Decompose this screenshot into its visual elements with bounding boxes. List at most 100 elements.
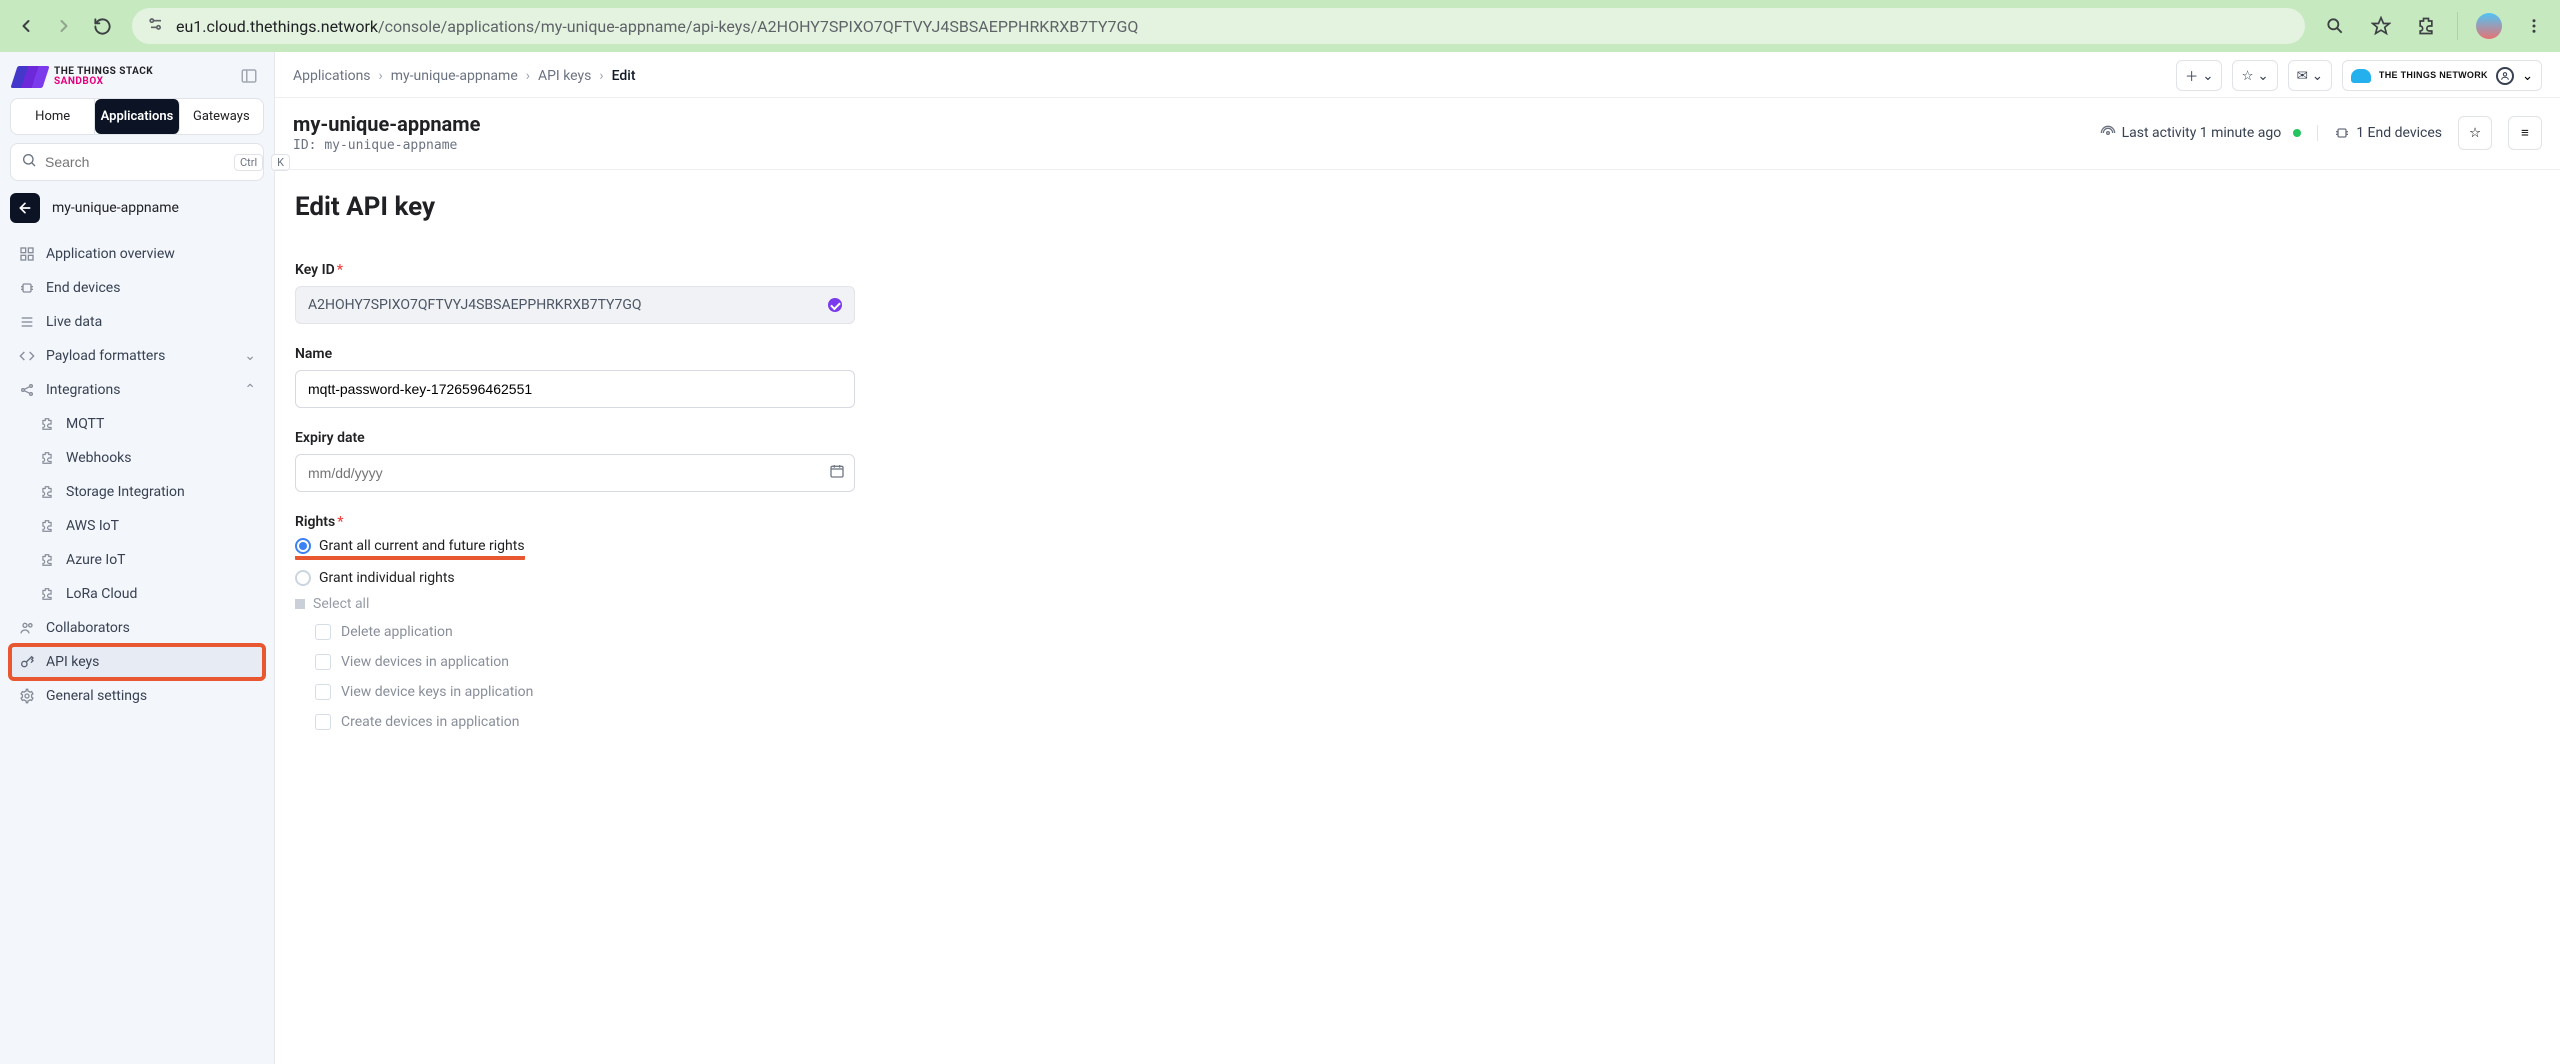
divider: [2317, 125, 2318, 141]
key-id-label: Key ID: [295, 262, 335, 278]
chip-icon: [18, 279, 36, 297]
extensions-icon[interactable]: [2413, 13, 2439, 39]
zoom-icon[interactable]: [2321, 12, 2349, 40]
sidebar-item-api-keys[interactable]: API keys: [10, 645, 264, 679]
puzzle-icon: [38, 585, 56, 603]
search-input[interactable]: [45, 154, 226, 170]
sidebar-search[interactable]: Ctrl K: [10, 143, 264, 181]
rights-checkbox-row[interactable]: Create devices in application: [295, 714, 995, 730]
rights-checkbox-label: Delete application: [341, 624, 453, 640]
rights-list: Delete application View devices in applic…: [295, 624, 995, 730]
gear-icon: [18, 687, 36, 705]
sidebar-item-mqtt[interactable]: MQTT: [10, 407, 264, 441]
sidebar-item-integrations[interactable]: Integrations ⌃: [10, 373, 264, 407]
users-icon: [18, 619, 36, 637]
reload-button[interactable]: [88, 12, 116, 40]
required-mark: *: [337, 514, 343, 530]
sidebar-item-live-data[interactable]: Live data: [10, 305, 264, 339]
rights-checkbox-label: Create devices in application: [341, 714, 520, 730]
crumb-applications[interactable]: Applications: [293, 68, 371, 84]
radio-grant-individual[interactable]: Grant individual rights: [295, 570, 995, 586]
sidebar-item-label: Live data: [46, 314, 102, 330]
checkbox-icon: [315, 714, 331, 730]
sidebar-item-overview[interactable]: Application overview: [10, 237, 264, 271]
sidebar-item-payload-formatters[interactable]: Payload formatters ⌄: [10, 339, 264, 373]
puzzle-icon: [38, 483, 56, 501]
crumb-apikeys[interactable]: API keys: [538, 68, 591, 84]
sidebar-item-label: Integrations: [46, 382, 120, 398]
inbox-menu-button[interactable]: ✉⌄: [2288, 60, 2332, 91]
star-menu-button[interactable]: ☆⌄: [2232, 60, 2277, 91]
app-id: ID: my-unique-appname: [293, 138, 480, 153]
site-info-icon[interactable]: [146, 14, 166, 38]
breadcrumb-sep: ›: [379, 68, 383, 84]
key-id-value: A2HOHY7SPIXO7QFTVYJ4SBSAEPPHRKRXB7TY7GQ: [308, 297, 642, 313]
radio-grant-all[interactable]: Grant all current and future rights: [295, 538, 525, 554]
crumb-appname[interactable]: my-unique-appname: [391, 68, 518, 84]
back-button[interactable]: [12, 12, 40, 40]
kbd-ctrl: Ctrl: [234, 154, 263, 171]
sidebar-item-label: Azure IoT: [66, 552, 126, 568]
sidebar-item-end-devices[interactable]: End devices: [10, 271, 264, 305]
profile-avatar[interactable]: [2476, 13, 2502, 39]
puzzle-icon: [38, 415, 56, 433]
tab-applications[interactable]: Applications: [95, 99, 179, 134]
radio-unchecked-icon: [295, 570, 311, 586]
select-all-toggle[interactable]: Select all: [295, 596, 995, 612]
sidebar-item-label: LoRa Cloud: [66, 586, 137, 602]
browser-toolbar: eu1.cloud.thethings.network/console/appl…: [0, 0, 2560, 52]
sidebar-item-label: AWS IoT: [66, 518, 119, 534]
sidebar-item-aws-iot[interactable]: AWS IoT: [10, 509, 264, 543]
sidebar: THE THINGS STACK SANDBOX Home Applicatio…: [0, 52, 275, 1064]
calendar-icon[interactable]: [829, 463, 845, 483]
share-icon: [18, 381, 36, 399]
rights-checkbox-row[interactable]: View devices in application: [295, 654, 995, 670]
expiry-input[interactable]: [295, 454, 855, 492]
sidebar-nav: Application overview End devices Live da…: [10, 237, 264, 713]
provider-menu-button[interactable]: THE THINGS NETWORK ⌄: [2342, 60, 2542, 91]
brand-logo[interactable]: THE THINGS STACK SANDBOX: [14, 66, 153, 88]
sidebar-item-lora-cloud[interactable]: LoRa Cloud: [10, 577, 264, 611]
name-label: Name: [295, 346, 332, 362]
end-devices-count[interactable]: 1 End devices: [2334, 125, 2442, 141]
add-menu-button[interactable]: ＋⌄: [2176, 60, 2223, 91]
favorite-button[interactable]: ☆: [2458, 116, 2492, 150]
chrome-menu-icon[interactable]: [2520, 12, 2548, 40]
chip-icon: [2334, 125, 2350, 141]
broadcast-icon: [2100, 125, 2116, 141]
chevron-down-icon: ⌄: [2522, 68, 2533, 84]
sidebar-item-label: API keys: [46, 654, 99, 670]
sidebar-item-webhooks[interactable]: Webhooks: [10, 441, 264, 475]
cloud-icon: [2351, 69, 2371, 83]
star-icon: ☆: [2241, 68, 2253, 84]
context-back-button[interactable]: [10, 193, 40, 223]
radio-label: Grant all current and future rights: [319, 538, 525, 554]
verified-icon: [828, 298, 842, 312]
url-bar[interactable]: eu1.cloud.thethings.network/console/appl…: [132, 8, 2305, 44]
bookmark-star-icon[interactable]: [2367, 12, 2395, 40]
page-title: Edit API key: [295, 192, 2540, 222]
rights-checkbox-row[interactable]: View device keys in application: [295, 684, 995, 700]
context-menu-button[interactable]: ≡: [2508, 116, 2542, 150]
sidebar-item-general-settings[interactable]: General settings: [10, 679, 264, 713]
tab-gateways[interactable]: Gateways: [180, 99, 263, 134]
search-icon: [21, 152, 37, 172]
sidebar-item-storage[interactable]: Storage Integration: [10, 475, 264, 509]
checkbox-icon: [315, 684, 331, 700]
sidebar-item-collaborators[interactable]: Collaborators: [10, 611, 264, 645]
topbar: Applications › my-unique-appname › API k…: [275, 52, 2560, 98]
forward-button[interactable]: [50, 12, 78, 40]
sidebar-item-label: Storage Integration: [66, 484, 185, 500]
rights-checkbox-label: View devices in application: [341, 654, 509, 670]
sidebar-collapse-icon[interactable]: [240, 67, 260, 87]
grid-icon: [18, 245, 36, 263]
key-id-field: A2HOHY7SPIXO7QFTVYJ4SBSAEPPHRKRXB7TY7GQ: [295, 286, 855, 324]
breadcrumb-sep: ›: [599, 68, 603, 84]
app-header: my-unique-appname ID: my-unique-appname …: [275, 98, 2560, 170]
tab-home[interactable]: Home: [11, 99, 95, 134]
puzzle-icon: [38, 449, 56, 467]
name-input[interactable]: [295, 370, 855, 408]
sidebar-item-label: Webhooks: [66, 450, 132, 466]
sidebar-item-azure-iot[interactable]: Azure IoT: [10, 543, 264, 577]
rights-checkbox-row[interactable]: Delete application: [295, 624, 995, 640]
